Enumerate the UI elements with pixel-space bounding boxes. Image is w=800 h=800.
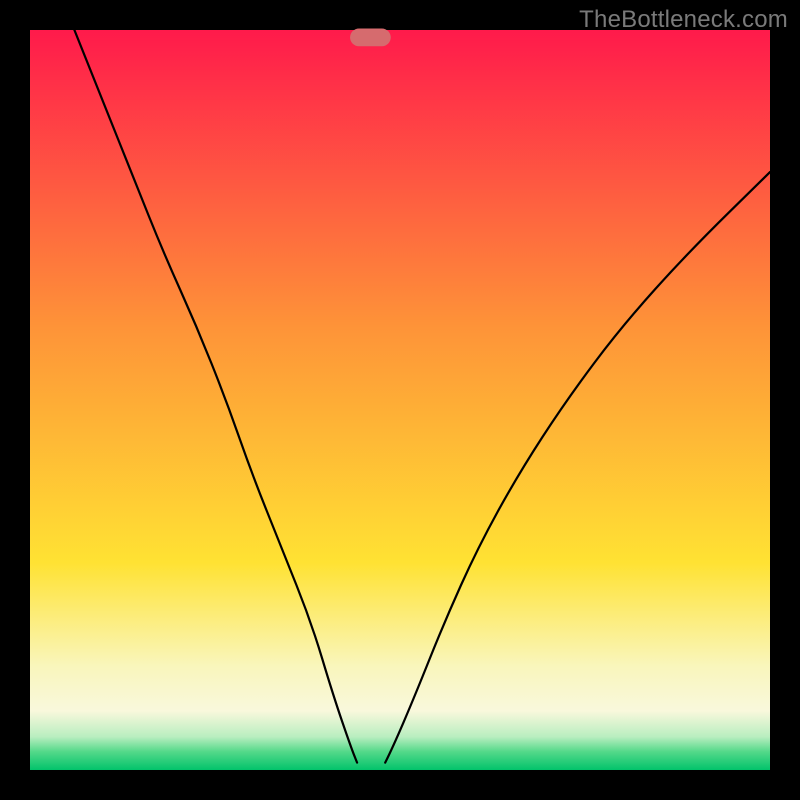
plot-background xyxy=(30,30,770,770)
vertex-marker xyxy=(350,29,391,47)
bottleneck-chart: TheBottleneck.com xyxy=(0,0,800,800)
watermark-text: TheBottleneck.com xyxy=(579,6,788,34)
chart-svg xyxy=(0,0,800,800)
